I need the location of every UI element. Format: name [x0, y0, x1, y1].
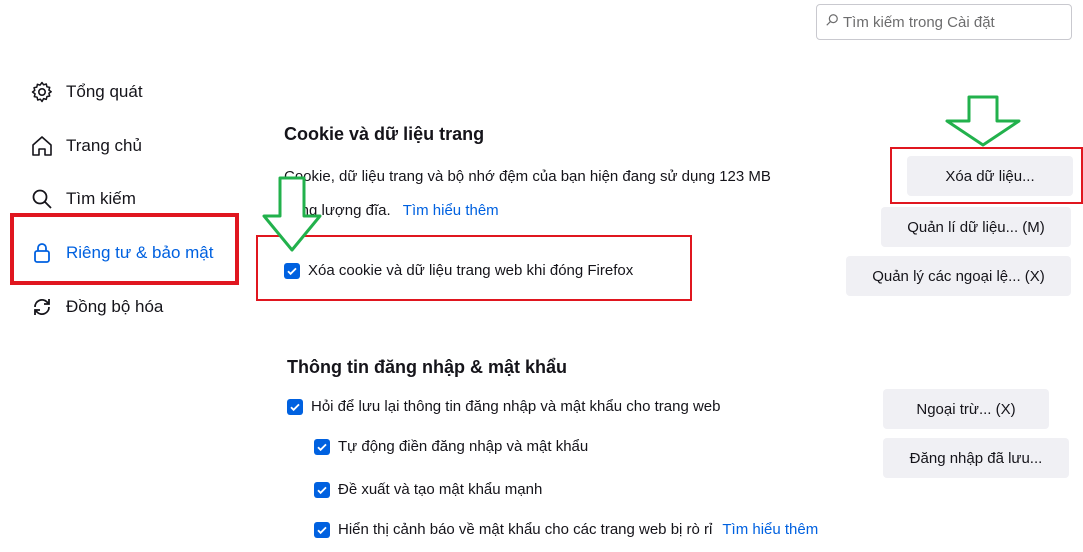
clear-on-close-label: Xóa cookie và dữ liệu trang web khi đóng…: [308, 262, 634, 279]
settings-search-box[interactable]: Tìm kiếm trong Cài đặt: [816, 4, 1072, 40]
autofill-checkbox-row[interactable]: Tự động điền đăng nhập và mật khẩu: [314, 438, 588, 455]
ask-save-label: Hỏi để lưu lại thông tin đăng nhập và mậ…: [311, 398, 721, 415]
logins-heading: Thông tin đăng nhập & mật khẩu: [287, 357, 567, 377]
sidebar-item-privacy[interactable]: Riêng tư & bảo mật: [30, 238, 213, 268]
cookies-learn-more-link[interactable]: Tìm hiểu thêm: [403, 202, 499, 219]
home-icon: [30, 134, 54, 158]
logins-exceptions-button[interactable]: Ngoại trừ... (X): [883, 389, 1049, 429]
breach-alerts-checkbox-row[interactable]: Hiển thị cảnh báo về mật khẩu cho các tr…: [314, 521, 818, 538]
search-placeholder: Tìm kiếm trong Cài đặt: [843, 13, 995, 31]
clear-data-button[interactable]: Xóa dữ liệu...: [907, 156, 1073, 196]
cookies-desc-line1: Cookie, dữ liệu trang và bộ nhớ đệm của …: [284, 168, 771, 185]
cookies-description: Cookie, dữ liệu trang và bộ nhớ đệm của …: [284, 160, 771, 228]
clear-on-close-checkbox[interactable]: [284, 262, 300, 279]
arrow-down-icon: [945, 95, 1021, 147]
sidebar-item-label: Riêng tư & bảo mật: [66, 243, 214, 262]
clear-on-close-checkbox-row[interactable]: Xóa cookie và dữ liệu trang web khi đóng…: [284, 262, 633, 279]
suggest-password-checkbox-row[interactable]: Đề xuất và tạo mật khẩu mạnh: [314, 481, 542, 498]
search-icon: [825, 13, 839, 31]
breach-alerts-checkbox[interactable]: [314, 521, 330, 538]
sidebar-item-search[interactable]: Tìm kiếm: [30, 184, 136, 214]
arrow-down-icon: [262, 176, 322, 252]
sidebar-item-label: Tổng quát: [66, 82, 143, 101]
sidebar-item-label: Trang chủ: [66, 136, 142, 155]
sidebar-item-sync[interactable]: Đồng bộ hóa: [30, 292, 163, 322]
breach-alerts-label: Hiển thị cảnh báo về mật khẩu cho các tr…: [338, 521, 713, 538]
autofill-checkbox[interactable]: [314, 438, 330, 455]
breach-alerts-learn-more-link[interactable]: Tìm hiểu thêm: [722, 521, 818, 538]
sync-icon: [30, 295, 54, 319]
sidebar-item-home[interactable]: Trang chủ: [30, 131, 142, 161]
suggest-password-checkbox[interactable]: [314, 481, 330, 498]
manage-exceptions-button[interactable]: Quản lý các ngoại lệ... (X): [846, 256, 1071, 296]
sidebar-item-label: Tìm kiếm: [66, 189, 136, 208]
cookies-heading: Cookie và dữ liệu trang: [284, 124, 485, 144]
ask-save-checkbox-row[interactable]: Hỏi để lưu lại thông tin đăng nhập và mậ…: [287, 398, 720, 415]
manage-data-button[interactable]: Quản lí dữ liệu... (M): [881, 207, 1071, 247]
gear-icon: [30, 80, 54, 104]
lock-icon: [30, 241, 54, 265]
saved-logins-button[interactable]: Đăng nhập đã lưu...: [883, 438, 1069, 478]
search-icon: [30, 187, 54, 211]
ask-save-checkbox[interactable]: [287, 398, 303, 415]
sidebar-item-general[interactable]: Tổng quát: [30, 77, 143, 107]
suggest-password-label: Đề xuất và tạo mật khẩu mạnh: [338, 481, 543, 498]
sidebar-item-label: Đồng bộ hóa: [66, 297, 164, 316]
autofill-label: Tự động điền đăng nhập và mật khẩu: [338, 438, 589, 455]
